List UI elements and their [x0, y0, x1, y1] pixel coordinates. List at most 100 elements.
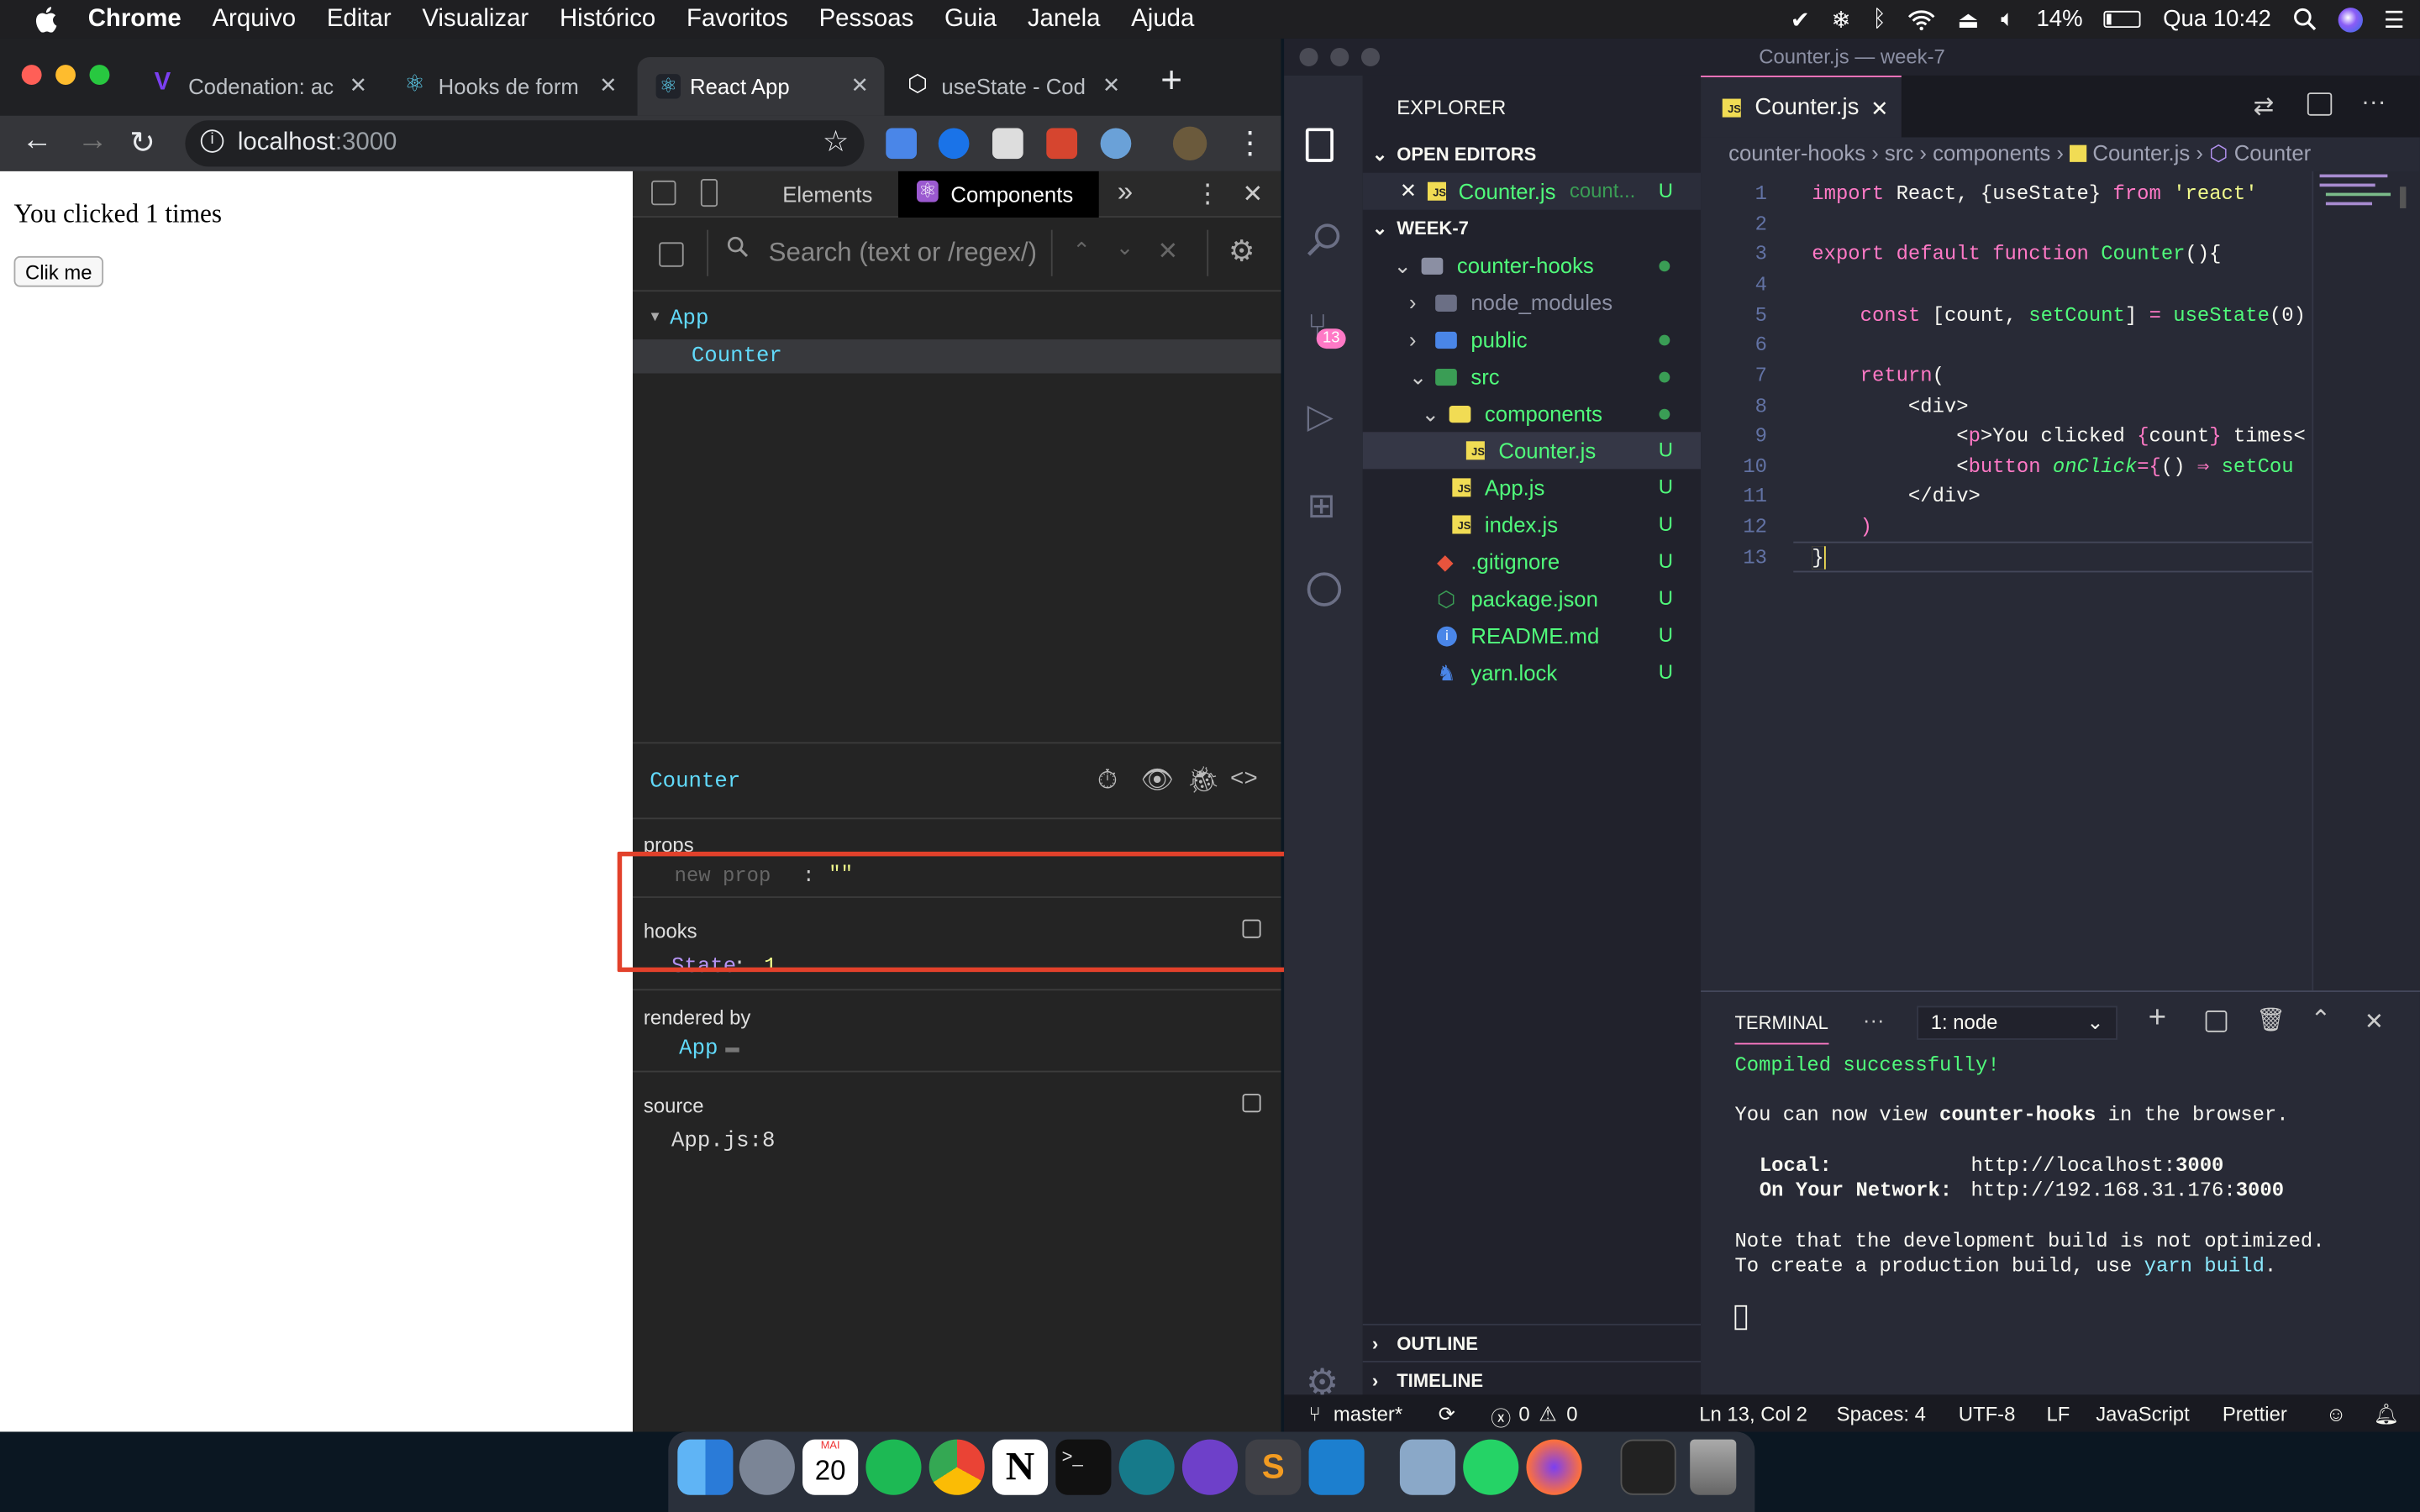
battery-percent[interactable]: 14% [2036, 6, 2082, 32]
tab-close-icon[interactable]: ✕ [851, 72, 870, 98]
menu-guia[interactable]: Guia [944, 5, 997, 33]
open-editors-section[interactable]: ⌄ OPEN EDITORS [1363, 136, 1701, 173]
end-of-line[interactable]: LF [2046, 1403, 2070, 1426]
copy-icon[interactable] [1242, 1094, 1261, 1113]
maximize-window-button[interactable] [1360, 47, 1381, 66]
click-me-button[interactable]: Clik me [13, 255, 104, 287]
preview-icon[interactable] [1399, 1439, 1456, 1495]
check-icon[interactable]: ✔ [1791, 5, 1810, 33]
close-window-button[interactable] [21, 65, 42, 86]
workspace-section[interactable]: ⌄ WEEK-7 [1363, 210, 1701, 247]
tab-close-icon[interactable]: ✕ [1102, 72, 1121, 98]
outline-section[interactable]: › OUTLINE [1362, 1323, 1702, 1361]
more-tabs-icon[interactable]: » [1118, 176, 1133, 208]
expand-triangle-icon[interactable]: ▼ [648, 308, 661, 323]
firefox-icon[interactable] [1526, 1439, 1582, 1495]
clear-search-icon[interactable]: ✕ [1158, 236, 1179, 267]
menu-favoritos[interactable]: Favoritos [687, 5, 788, 33]
browser-tab-react-app[interactable]: ⚛ React App ✕ [637, 56, 885, 116]
menu-visualizar[interactable]: Visualizar [422, 5, 529, 33]
rendered-by-app-link[interactable]: App [679, 1037, 718, 1061]
folder-counter-hooks[interactable]: ⌄ counter-hooks [1363, 247, 1701, 284]
extension-icon[interactable] [1046, 128, 1078, 160]
activity-icon[interactable] [1620, 1439, 1676, 1495]
source-location[interactable]: App.js:8 [671, 1129, 775, 1153]
file-yarn-lock[interactable]: ♞ yarn.lock U [1363, 654, 1701, 691]
tree-node-counter[interactable]: Counter [633, 339, 1281, 374]
search-icon[interactable] [1306, 221, 1343, 258]
open-editor-counter[interactable]: ✕ JS Counter.js count... U [1362, 172, 1702, 210]
extensions-icon[interactable]: ⊞ [1307, 486, 1336, 527]
close-devtools-icon[interactable]: ✕ [1243, 179, 1264, 210]
folder-src[interactable]: ⌄ src [1363, 358, 1701, 395]
devtools-menu-icon[interactable]: ⋮ [1195, 179, 1221, 210]
tab-components[interactable]: ⚛ Components [897, 171, 1099, 218]
spotify-icon[interactable] [865, 1439, 922, 1495]
file-index-js[interactable]: JS index.js U [1363, 506, 1701, 543]
wifi-icon[interactable] [1908, 8, 1936, 30]
new-terminal-icon[interactable]: + [2149, 1001, 2166, 1037]
finder-icon[interactable] [677, 1439, 734, 1495]
tab-close-icon[interactable]: ✕ [599, 72, 618, 98]
settings-gear-icon[interactable]: ⚙ [1228, 234, 1255, 270]
next-result-icon[interactable]: ⌄ [1116, 234, 1134, 260]
sublime-icon[interactable]: S [1245, 1439, 1302, 1495]
previous-result-icon[interactable]: ⌃ [1073, 238, 1092, 264]
device-toolbar-icon[interactable] [700, 179, 718, 207]
more-actions-icon[interactable]: ··· [2361, 90, 2386, 118]
sync-icon[interactable]: ⟳ [1439, 1403, 1455, 1427]
breadcrumb-item[interactable]: Counter.js [2092, 140, 2190, 165]
menu-editar[interactable]: Editar [327, 5, 392, 33]
menu-chrome[interactable]: Chrome [88, 5, 182, 33]
menu-ajuda[interactable]: Ajuda [1131, 5, 1194, 33]
eye-icon[interactable]: 👁︎ [1140, 765, 1174, 796]
breadcrumb-item[interactable]: components [1933, 140, 2050, 165]
prettier-status[interactable]: Prettier [2223, 1403, 2287, 1426]
terminal-cursor[interactable] [1734, 1305, 1748, 1331]
trash-icon[interactable] [1690, 1439, 1737, 1495]
split-editor-icon[interactable] [2307, 92, 2333, 116]
menu-janela[interactable]: Janela [1028, 5, 1101, 33]
menu-pessoas[interactable]: Pessoas [819, 5, 914, 33]
browser-tab-usestate[interactable]: ⬡ useState - Cod ✕ [889, 57, 1136, 116]
calendar-icon[interactable]: MAI 20 [802, 1439, 859, 1495]
terminal-output[interactable]: http://localhost:3000 [1970, 1154, 2223, 1178]
menubar-clock[interactable]: Qua 10:42 [2163, 6, 2271, 32]
forward-arrow-icon[interactable]: → [77, 123, 108, 159]
editor-tab-counter[interactable]: JS Counter.js ✕ [1701, 75, 1902, 138]
file-gitignore[interactable]: ◆ .gitignore U [1363, 543, 1701, 580]
reload-icon[interactable]: ↻ [129, 123, 155, 162]
stopwatch-icon[interactable]: ⏱ [1097, 765, 1118, 796]
warning-count[interactable]: 0 [1566, 1403, 1577, 1426]
spotlight-search-icon[interactable] [2293, 8, 2317, 31]
launchpad-icon[interactable] [739, 1439, 795, 1495]
snowflake-icon[interactable]: ❄ [1832, 5, 1851, 33]
file-readme[interactable]: i README.md U [1363, 617, 1701, 654]
breadcrumb-item[interactable]: counter-hooks [1728, 140, 1865, 165]
notifications-bell-icon[interactable]: 🔔︎ [2374, 1403, 2399, 1427]
menu-historico[interactable]: Histórico [560, 5, 655, 33]
terminal-tab[interactable]: TERMINAL [1734, 1012, 1828, 1045]
extension-icon[interactable] [1100, 128, 1132, 160]
select-element-icon[interactable] [659, 242, 684, 267]
battery-icon[interactable] [2104, 10, 2142, 29]
vscode-icon[interactable] [1308, 1439, 1365, 1495]
breadcrumb-item[interactable]: src [1885, 140, 1913, 165]
git-branch[interactable]: master* [1334, 1403, 1402, 1426]
bookmark-star-icon[interactable]: ☆ [823, 125, 849, 160]
siri-icon[interactable] [2337, 7, 2363, 32]
gitkraken-icon[interactable] [1118, 1439, 1175, 1495]
chrome-icon[interactable] [929, 1439, 985, 1495]
tab-elements[interactable]: Elements [782, 182, 872, 207]
trash-icon[interactable]: 🗑︎ [2256, 1006, 2286, 1033]
maximize-panel-icon[interactable]: ⌃ [2311, 1005, 2332, 1036]
terminal-icon[interactable]: >_ [1055, 1439, 1112, 1495]
notion-icon[interactable]: N [992, 1439, 1049, 1495]
back-arrow-icon[interactable]: ← [22, 123, 53, 159]
folder-public[interactable]: › public [1363, 321, 1701, 358]
menu-arquivo[interactable]: Arquivo [212, 5, 296, 33]
bluetooth-icon[interactable]: ᛒ [1872, 6, 1886, 32]
whatsapp-icon[interactable] [1463, 1439, 1519, 1495]
chrome-menu-icon[interactable]: ⋮ [1234, 123, 1265, 162]
code-area[interactable]: 1 2 3 4 5 6 7 8 9 10 11 12 13 import Rea… [1701, 171, 2420, 991]
